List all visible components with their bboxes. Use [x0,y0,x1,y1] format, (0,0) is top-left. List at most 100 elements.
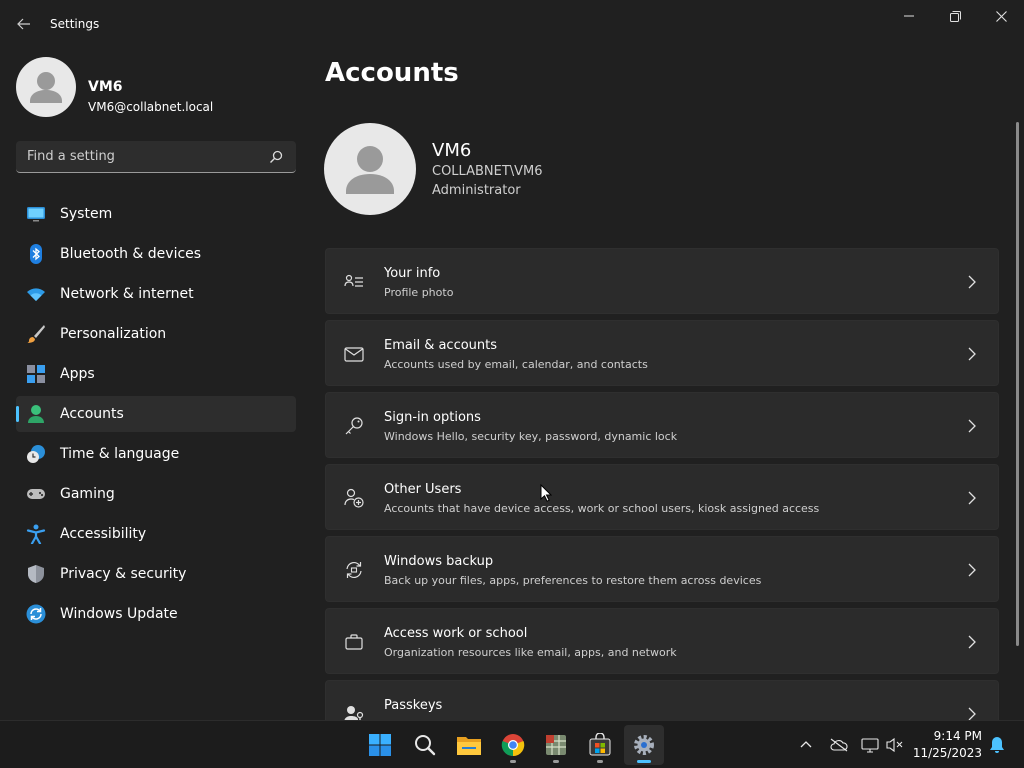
chevron-up-icon [800,741,812,748]
running-indicator [553,760,559,763]
key-icon [345,417,363,435]
search-box[interactable] [16,141,296,173]
profile-role: Administrator [432,183,521,198]
sidebar-item-windows-update[interactable]: Windows Update [16,596,296,632]
user-name: VM6 [88,79,123,95]
sidebar-item-label: Apps [60,366,95,382]
card-title: Other Users [384,482,462,497]
sidebar-item-label: Privacy & security [60,566,187,582]
taskbar-search-button[interactable] [405,725,445,765]
sidebar-item-label: Network & internet [60,286,194,302]
shield-icon [28,565,44,583]
card-windows-backup[interactable]: Windows backup Back up your files, apps,… [325,536,999,602]
sidebar-item-bluetooth[interactable]: Bluetooth & devices [16,236,296,272]
back-button[interactable] [12,12,36,36]
minimize-button[interactable] [886,0,932,32]
title-bar: Settings [0,0,1024,48]
settings-card-list: Your info Profile photo Email & accounts… [325,248,999,720]
sidebar-item-label: Accessibility [60,526,147,542]
sidebar-item-accessibility[interactable]: Accessibility [16,516,296,552]
taskbar-file-explorer[interactable] [449,725,489,765]
taskbar-spreadsheet-app[interactable] [536,725,576,765]
search-icon [415,735,436,756]
clock-globe-icon [27,445,45,463]
card-subtitle: Profile photo [384,286,454,299]
update-icon [26,604,46,624]
restore-button[interactable] [932,0,978,32]
tray-onedrive[interactable] [829,735,849,755]
card-title: Your info [384,266,441,281]
sidebar-item-label: System [60,206,113,222]
back-arrow-icon [17,18,30,30]
sidebar-item-label: Personalization [60,326,167,342]
card-your-info[interactable]: Your info Profile photo [325,248,999,314]
mail-icon [344,347,364,362]
card-subtitle: Accounts used by email, calendar, and co… [384,358,648,371]
apps-icon [27,365,45,383]
card-sign-in-options[interactable]: Sign-in options Windows Hello, security … [325,392,999,458]
search-input[interactable] [16,141,264,172]
network-monitor-icon [861,738,879,753]
sidebar: VM6 VM6@collabnet.local System Bluetooth… [0,48,310,720]
search-icon[interactable] [268,149,284,165]
chevron-right-icon [968,491,976,505]
main-content: Accounts VM6 COLLABNET\VM6 Administrator… [310,48,1024,720]
sidebar-item-label: Accounts [60,406,124,422]
sidebar-item-gaming[interactable]: Gaming [16,476,296,512]
gamepad-icon [27,489,45,499]
sidebar-item-apps[interactable]: Apps [16,356,296,392]
chevron-right-icon [968,707,976,720]
card-title: Windows backup [384,554,494,569]
card-other-users[interactable]: Other Users Accounts that have device ac… [325,464,999,530]
close-button[interactable] [978,0,1024,32]
person-lines-icon [344,274,363,287]
system-icon [27,207,45,222]
card-email-accounts[interactable]: Email & accounts Accounts used by email,… [325,320,999,386]
card-subtitle: Windows Hello, security key, password, d… [384,430,678,443]
volume-muted-icon [886,737,903,753]
card-access-work-school[interactable]: Access work or school Organization resou… [325,608,999,674]
bell-icon [990,737,1004,753]
profile-avatar [324,123,416,215]
taskbar-chrome[interactable] [493,725,533,765]
sidebar-item-label: Bluetooth & devices [60,246,202,262]
card-passkeys[interactable]: Passkeys [325,680,999,720]
running-indicator [637,760,651,763]
avatar[interactable] [16,57,76,117]
default-user-icon [30,72,62,103]
app-title: Settings [50,17,100,31]
passkey-icon [344,706,364,720]
sidebar-item-personalization[interactable]: Personalization [16,316,296,352]
chevron-right-icon [968,347,976,361]
restore-icon [949,10,961,22]
cloud-off-icon [830,738,848,752]
taskbar-store[interactable] [580,725,620,765]
tray-volume[interactable] [885,735,905,755]
show-hidden-icons-button[interactable] [796,735,816,755]
card-title: Email & accounts [384,338,498,353]
clock-time[interactable]: 9:14 PM [918,729,982,743]
scrollbar[interactable] [1016,122,1019,646]
page-title: Accounts [325,58,459,88]
sidebar-item-network[interactable]: Network & internet [16,276,296,312]
clock-date[interactable]: 11/25/2023 [912,746,982,760]
notifications-button[interactable] [987,735,1007,755]
sidebar-item-label: Gaming [60,486,115,502]
card-subtitle: Back up your files, apps, preferences to… [384,574,762,587]
tray-network[interactable] [860,735,880,755]
running-indicator [510,760,516,763]
chevron-right-icon [968,563,976,577]
start-icon [369,734,391,756]
wifi-icon [27,288,45,301]
chevron-right-icon [968,419,976,433]
user-email: VM6@collabnet.local [88,100,214,114]
start-button[interactable] [360,725,400,765]
sidebar-item-privacy[interactable]: Privacy & security [16,556,296,592]
sidebar-item-time-language[interactable]: Time & language [16,436,296,472]
sidebar-item-system[interactable]: System [16,196,296,232]
running-indicator [597,760,603,763]
close-icon [995,10,1007,22]
spreadsheet-app-icon [546,735,566,755]
taskbar-settings[interactable] [624,725,664,765]
sidebar-item-accounts[interactable]: Accounts [16,396,296,432]
